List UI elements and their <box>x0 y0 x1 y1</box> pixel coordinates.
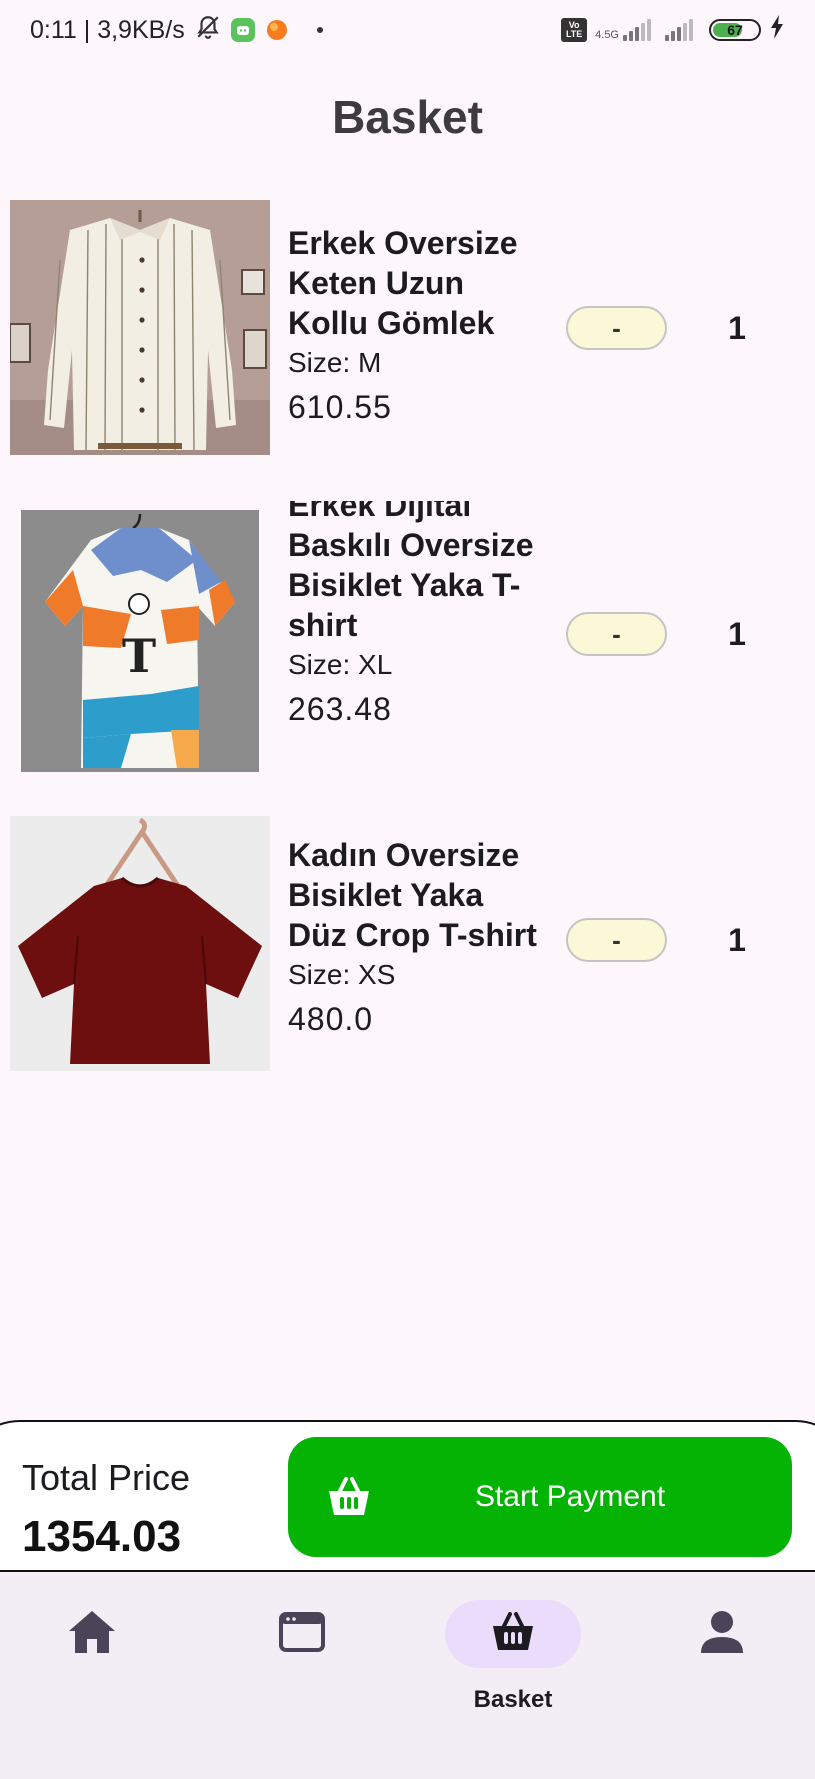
product-price: 610.55 <box>288 389 392 425</box>
basket-item: Erkek Oversize Keten Uzun Kollu Gömlek S… <box>0 195 815 501</box>
bell-off-icon <box>195 14 221 47</box>
quantity-value: 1 <box>728 309 746 346</box>
status-bar: 0:11 | 3,9KB/s Vo LTE 4.5G 67 <box>0 0 815 60</box>
status-time-speed: 0:11 | 3,9KB/s <box>30 15 185 44</box>
product-price: 263.48 <box>288 691 392 727</box>
person-icon <box>699 1609 745 1660</box>
basket-icon <box>490 1610 536 1659</box>
page-title: Basket <box>332 91 483 143</box>
product-info: Erkek Dijital Baskılı Oversize Bisiklet … <box>288 501 548 765</box>
more-notifications-dot <box>316 27 323 33</box>
product-name[interactable]: Kadın Oversize Bisiklet Yaka Düz Crop T-… <box>288 835 548 955</box>
browser-window-icon <box>279 1611 325 1657</box>
decrease-quantity-button[interactable]: - <box>566 612 667 656</box>
app-notification-icon <box>230 18 255 42</box>
start-payment-button[interactable]: Start Payment <box>288 1437 792 1557</box>
decrease-quantity-button[interactable]: - <box>566 918 667 962</box>
nav-item-basket[interactable]: Basket <box>443 1600 583 1720</box>
basket-icon <box>326 1475 372 1519</box>
quantity-value: 1 <box>728 921 746 958</box>
network-type: 4.5G <box>595 28 619 41</box>
basket-item: T Erkek Dijital Baskılı Oversize Bisikle… <box>0 501 815 807</box>
product-info: Erkek Oversize Keten Uzun Kollu Gömlek S… <box>288 223 548 463</box>
charging-icon <box>769 14 785 46</box>
total-price-label: Total Price <box>22 1457 191 1498</box>
signal-icon <box>623 19 651 41</box>
basket-item-list: Erkek Oversize Keten Uzun Kollu Gömlek S… <box>0 195 815 1113</box>
signal-icon <box>665 19 693 41</box>
nav-label-basket: Basket <box>473 1686 553 1713</box>
product-price: 480.0 <box>288 1001 374 1037</box>
volte-badge: Vo LTE <box>561 18 588 42</box>
product-info: Kadın Oversize Bisiklet Yaka Düz Crop T-… <box>288 835 548 1075</box>
decrease-quantity-button[interactable]: - <box>566 306 667 350</box>
product-size: Size: XL <box>288 649 393 680</box>
total-price-value: 1354.03 <box>22 1512 182 1561</box>
nav-item-profile[interactable] <box>652 1600 792 1720</box>
product-size: Size: M <box>288 347 382 378</box>
app-notification-icon <box>265 18 289 42</box>
home-icon <box>67 1609 117 1660</box>
basket-item: Kadın Oversize Bisiklet Yaka Düz Crop T-… <box>0 807 815 1113</box>
product-size: Size: XS <box>288 959 396 990</box>
quantity-value: 1 <box>728 615 746 652</box>
battery-level: 67 <box>727 22 743 38</box>
bottom-navigation: Basket <box>0 1572 815 1779</box>
nav-item-home[interactable] <box>22 1600 162 1720</box>
product-name[interactable]: Erkek Dijital Baskılı Oversize Bisiklet … <box>288 501 548 645</box>
svg-text:T: T <box>122 629 156 683</box>
product-name[interactable]: Erkek Oversize Keten Uzun Kollu Gömlek <box>288 223 548 343</box>
product-image[interactable] <box>10 200 270 455</box>
nav-item-browse[interactable] <box>232 1600 372 1720</box>
product-image[interactable]: T <box>21 510 259 772</box>
nav-active-indicator <box>445 1600 581 1668</box>
product-image[interactable] <box>10 816 270 1071</box>
battery-icon: 67 <box>709 19 761 41</box>
